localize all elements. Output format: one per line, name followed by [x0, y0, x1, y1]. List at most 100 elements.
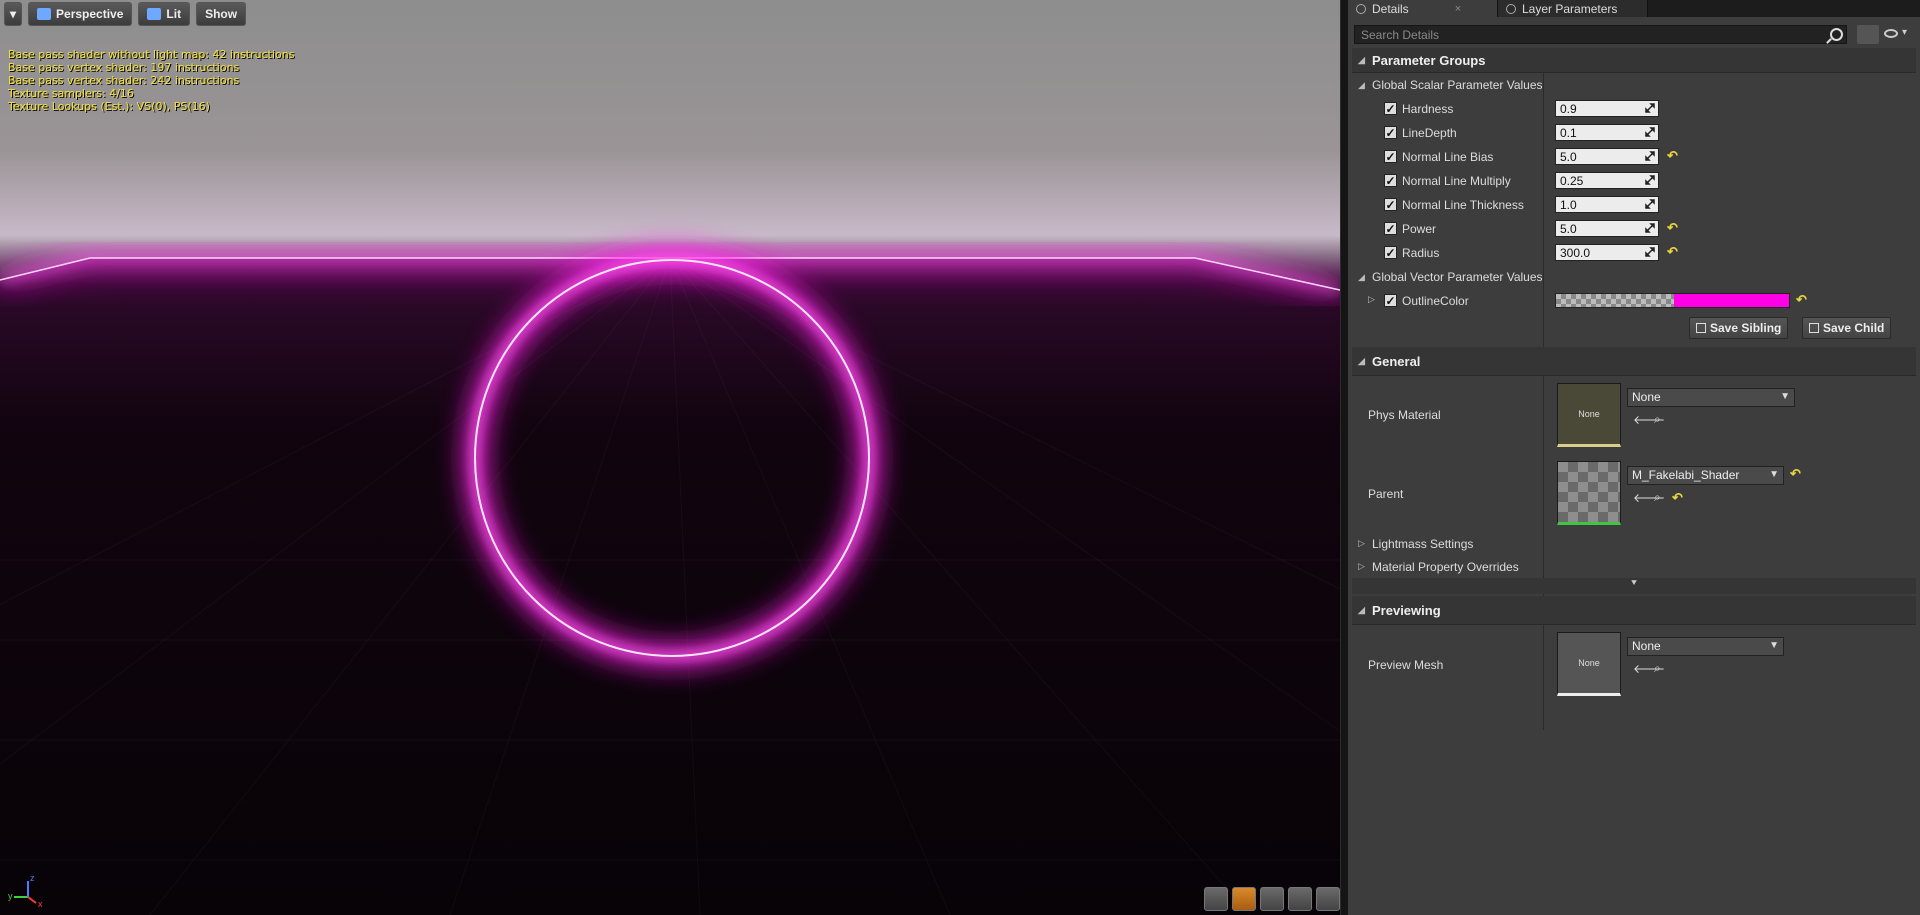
expand-triangle-icon[interactable]: ▷	[1368, 294, 1378, 305]
cylinder-preview-icon[interactable]	[1204, 887, 1228, 911]
alpha-checker	[1556, 294, 1674, 307]
reset-to-default-icon[interactable]: ↶	[1667, 220, 1678, 236]
chevron-down-icon: ▼	[1769, 469, 1779, 480]
scalar-param-row: ✓ Hardness 0.9	[1352, 97, 1916, 121]
parent-material-thumbnail[interactable]	[1557, 461, 1621, 525]
reset-to-default-icon[interactable]: ↶	[1790, 466, 1801, 482]
show-label: Show	[205, 7, 238, 21]
save-child-button[interactable]: Save Child	[1802, 317, 1892, 339]
drag-spin-icon[interactable]	[1645, 151, 1655, 161]
viewport[interactable]: ▾ Perspective Lit Show Base pass shader …	[0, 0, 1340, 915]
param-enabled-checkbox[interactable]: ✓	[1384, 126, 1397, 139]
param-value-field[interactable]: 5.0	[1555, 148, 1659, 165]
parent-dropdown[interactable]: M_Fakelabi_Shader ▼	[1627, 466, 1784, 485]
drag-spin-icon[interactable]	[1645, 175, 1655, 185]
drag-spin-icon[interactable]	[1645, 127, 1655, 137]
search-input[interactable]: Search Details	[1354, 25, 1847, 44]
browse-search-icon[interactable]: ⌕	[1654, 661, 1661, 676]
stat-line: Texture samplers: 4/16	[8, 87, 134, 100]
group-vector-parameters[interactable]: ◢ Global Vector Parameter Values	[1352, 265, 1916, 289]
param-enabled-checkbox[interactable]: ✓	[1384, 150, 1397, 163]
group-title: Global Scalar Parameter Values	[1372, 78, 1543, 92]
phys-material-label: Phys Material	[1368, 408, 1441, 422]
perspective-button[interactable]: Perspective	[28, 2, 133, 26]
scalar-param-row: ✓ Power 5.0 ↶	[1352, 217, 1916, 241]
save-sibling-button[interactable]: Save Sibling	[1689, 317, 1789, 339]
chevron-down-icon: ▾	[10, 7, 17, 21]
scalar-param-row: ✓ Normal Line Thickness 1.0	[1352, 193, 1916, 217]
viewport-toolbar: ▾ Perspective Lit Show	[4, 2, 247, 26]
row-label: Material Property Overrides	[1372, 559, 1519, 574]
preview-mesh-thumbnail[interactable]: None	[1557, 632, 1621, 696]
show-button[interactable]: Show	[196, 2, 247, 26]
scalar-param-row: ✓ Normal Line Bias 5.0 ↶	[1352, 145, 1916, 169]
save-icon	[1809, 323, 1819, 333]
axis-gizmo-icon: y z x	[8, 873, 43, 907]
group-title: Global Vector Parameter Values	[1372, 270, 1543, 284]
property-matrix-icon[interactable]	[1857, 25, 1879, 44]
param-name: OutlineColor	[1402, 294, 1469, 308]
drag-spin-icon[interactable]	[1645, 247, 1655, 257]
tab-layer-parameters[interactable]: Layer Parameters	[1498, 0, 1648, 17]
viewport-menu-button[interactable]: ▾	[4, 2, 23, 26]
group-scalar-parameters[interactable]: ◢ Global Scalar Parameter Values	[1352, 73, 1916, 97]
vector-param-outlinecolor: ▷ ✓ OutlineColor ↶	[1352, 289, 1916, 313]
param-enabled-checkbox[interactable]: ✓	[1384, 246, 1397, 259]
phys-material-row: Phys Material None None ▼ 🡐 ⌕	[1352, 376, 1916, 454]
section-general[interactable]: ◢ General	[1352, 347, 1916, 376]
drag-spin-icon[interactable]	[1645, 199, 1655, 209]
plane-preview-icon[interactable]	[1260, 887, 1284, 911]
drag-spin-icon[interactable]	[1645, 103, 1655, 113]
section-parameter-groups[interactable]: ◢ Parameter Groups	[1352, 48, 1916, 73]
param-enabled-checkbox[interactable]: ✓	[1384, 198, 1397, 211]
param-value-field[interactable]: 1.0	[1555, 196, 1659, 213]
phys-material-dropdown[interactable]: None ▼	[1627, 388, 1795, 407]
lightmass-settings-row[interactable]: ▷ Lightmass Settings	[1352, 532, 1916, 555]
sphere-preview-icon[interactable]	[1232, 887, 1256, 911]
lit-button[interactable]: Lit	[138, 2, 191, 26]
param-enabled-checkbox[interactable]: ✓	[1384, 222, 1397, 235]
preview-mesh-dropdown[interactable]: None ▼	[1627, 637, 1784, 656]
tab-details[interactable]: Details ×	[1348, 0, 1498, 17]
eye-icon[interactable]	[1884, 29, 1898, 38]
param-value-field[interactable]: 300.0	[1555, 244, 1659, 261]
param-name: Radius	[1402, 246, 1440, 260]
chevron-down-icon: ▼	[1780, 391, 1790, 402]
layer-parameters-icon	[1506, 3, 1516, 14]
param-enabled-checkbox[interactable]: ✓	[1384, 174, 1397, 187]
param-enabled-checkbox[interactable]: ✓	[1384, 294, 1397, 307]
cube-preview-icon[interactable]	[1288, 887, 1312, 911]
phys-material-thumbnail[interactable]: None	[1557, 383, 1621, 447]
param-enabled-checkbox[interactable]: ✓	[1384, 102, 1397, 115]
scalar-parameter-list: ✓ Hardness 0.9 ✓ LineDepth 0.1 ✓ Normal Line Bi…	[1352, 97, 1916, 265]
details-content: ◢ Parameter Groups ◢ Global Scalar Param…	[1352, 48, 1916, 703]
reset-to-default-icon[interactable]: ↶	[1796, 292, 1807, 308]
axis-y-label: y	[8, 891, 13, 901]
section-previewing[interactable]: ◢ Previewing	[1352, 596, 1916, 625]
chevron-down-icon[interactable]: ▾	[1902, 27, 1907, 38]
param-value-field[interactable]: 5.0	[1555, 220, 1659, 237]
collapse-triangle-icon: ◢	[1358, 355, 1365, 366]
parent-row: Parent M_Fakelabi_Shader ▼ ↶ 🡐 ⌕ ↶	[1352, 454, 1916, 532]
color-swatch[interactable]	[1555, 293, 1790, 308]
search-icon	[1830, 28, 1843, 41]
param-value-field[interactable]: 0.25	[1555, 172, 1659, 189]
show-advanced-button[interactable]: ⯆	[1352, 578, 1916, 594]
panel-tabs: Details × Layer Parameters	[1348, 0, 1920, 17]
param-value-field[interactable]: 0.9	[1555, 100, 1659, 117]
browse-search-icon[interactable]: ⌕	[1654, 490, 1661, 505]
section-title: Parameter Groups	[1372, 52, 1486, 68]
reset-to-default-icon[interactable]: ↶	[1672, 490, 1683, 506]
custom-mesh-preview-icon[interactable]	[1316, 887, 1340, 911]
collapse-triangle-icon: ◢	[1358, 79, 1365, 90]
axis-x-label: x	[38, 899, 43, 907]
lit-cube-icon	[147, 8, 162, 20]
reset-to-default-icon[interactable]: ↶	[1667, 244, 1678, 260]
reset-to-default-icon[interactable]: ↶	[1667, 148, 1678, 164]
close-icon[interactable]: ×	[1455, 3, 1461, 15]
drag-spin-icon[interactable]	[1645, 223, 1655, 233]
param-value-field[interactable]: 0.1	[1555, 124, 1659, 141]
scalar-param-row: ✓ LineDepth 0.1	[1352, 121, 1916, 145]
browse-search-icon[interactable]: ⌕	[1654, 412, 1661, 427]
material-property-overrides-row[interactable]: ▷ Material Property Overrides	[1352, 555, 1916, 578]
